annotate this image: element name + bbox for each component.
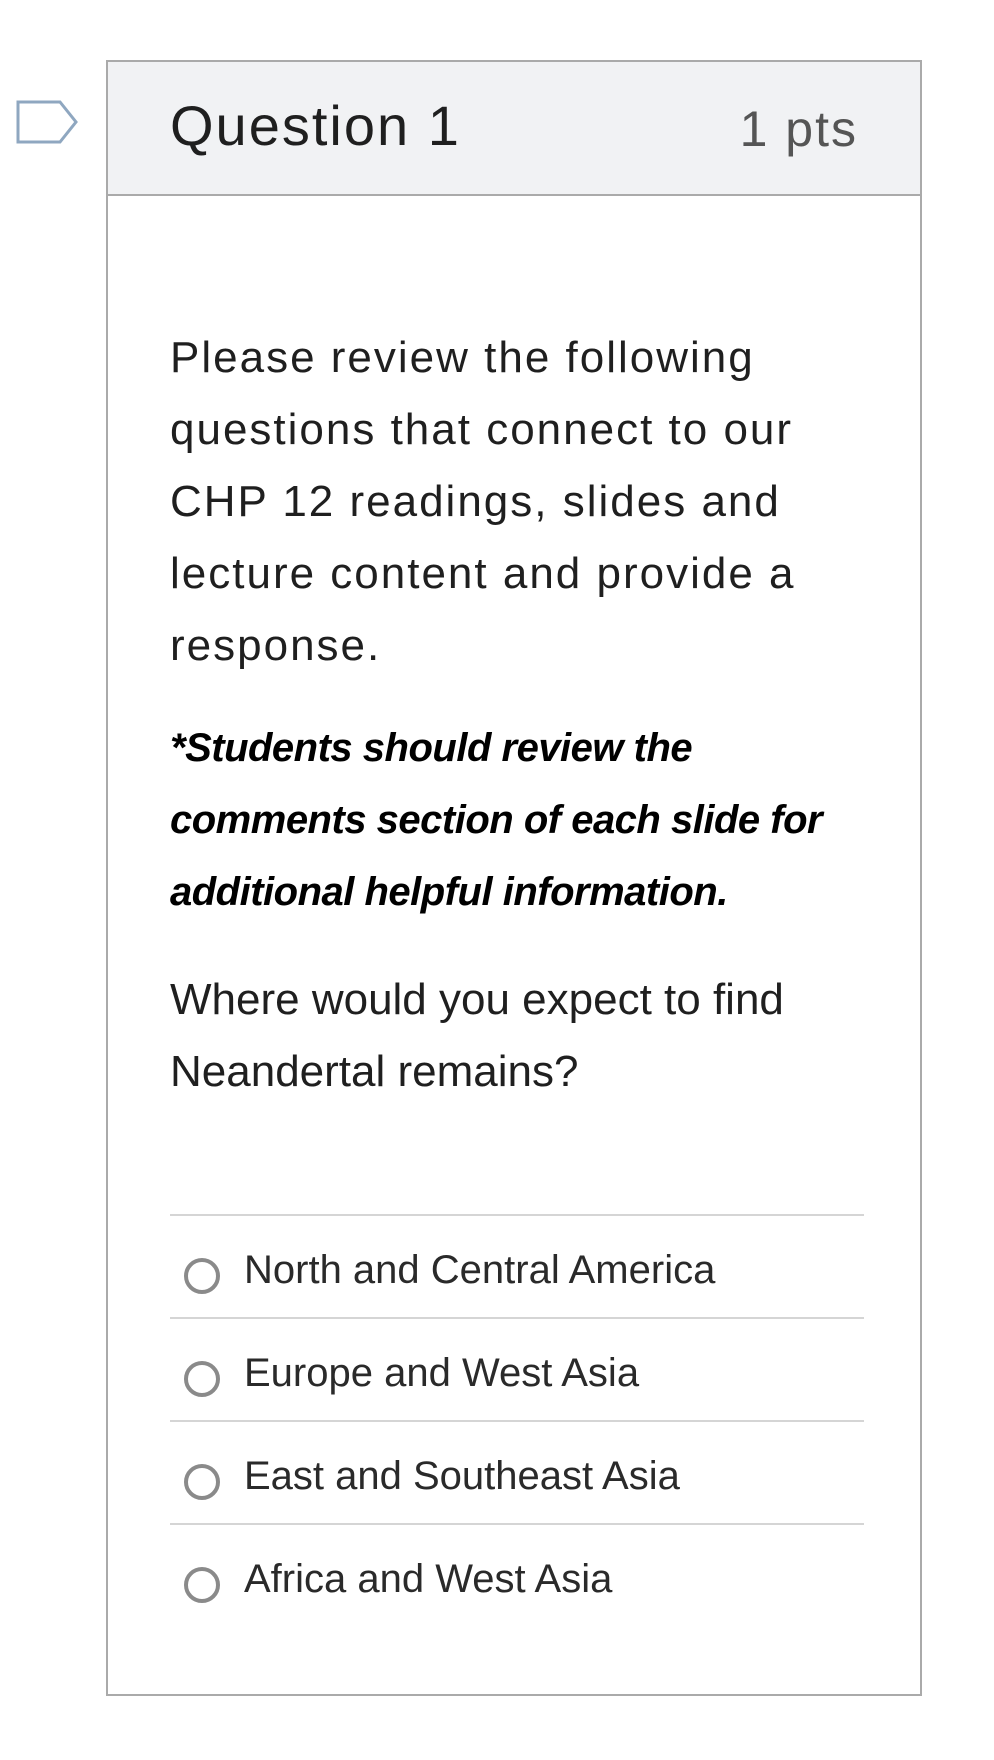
radio-button[interactable] xyxy=(184,1567,220,1603)
answer-option[interactable]: North and Central America xyxy=(170,1216,864,1319)
answer-option[interactable]: East and Southeast Asia xyxy=(170,1422,864,1525)
flag-question-icon[interactable] xyxy=(16,100,80,152)
radio-button[interactable] xyxy=(184,1361,220,1397)
question-points: 1 pts xyxy=(739,101,858,157)
question-prompt: Please review the following questions th… xyxy=(170,333,796,670)
answer-list: North and Central America Europe and Wes… xyxy=(170,1214,864,1628)
question-body: Please review the following questions th… xyxy=(170,322,870,1108)
question-card: Question 1 1 pts Please review the follo… xyxy=(106,60,922,1696)
radio-button[interactable] xyxy=(184,1464,220,1500)
answer-label[interactable]: Europe and West Asia xyxy=(244,1349,639,1397)
question-title: Question 1 xyxy=(170,94,461,157)
question-note: *Students should review the comments sec… xyxy=(170,726,823,914)
answer-label[interactable]: North and Central America xyxy=(244,1246,715,1294)
answer-label[interactable]: East and Southeast Asia xyxy=(244,1452,680,1500)
question-header: Question 1 1 pts xyxy=(108,62,920,196)
answer-option[interactable]: Africa and West Asia xyxy=(170,1525,864,1628)
radio-button[interactable] xyxy=(184,1258,220,1294)
question-text: Where would you expect to find Neanderta… xyxy=(170,975,784,1096)
answer-option[interactable]: Europe and West Asia xyxy=(170,1319,864,1422)
answer-label[interactable]: Africa and West Asia xyxy=(244,1555,612,1603)
